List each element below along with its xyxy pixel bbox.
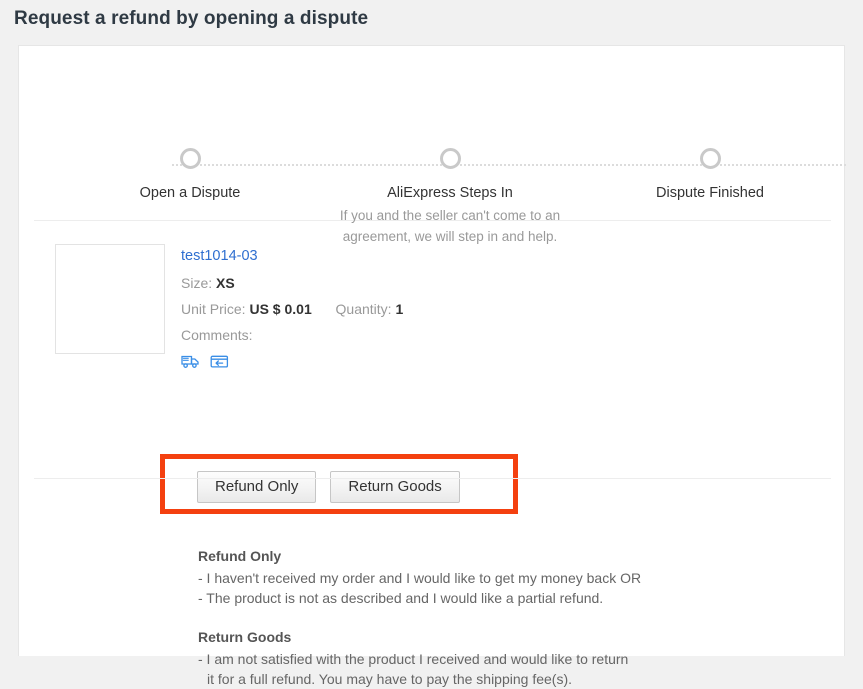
quantity-value: 1 <box>395 301 404 317</box>
product-action-icons <box>181 354 403 369</box>
return-goods-line-1: - I am not satisfied with the product I … <box>198 651 629 667</box>
shipping-truck-icon[interactable] <box>181 354 200 369</box>
quantity-label: Quantity: <box>335 301 392 317</box>
refund-only-button[interactable]: Refund Only <box>197 471 317 503</box>
return-goods-heading: Return Goods <box>198 629 292 645</box>
section-divider-bottom <box>34 478 831 479</box>
step-circle-icon <box>699 148 721 169</box>
stepper-step-dispute-finished: Dispute Finished <box>560 148 860 205</box>
product-price-quantity-row: Unit Price: US $ 0.01 Quantity: 1 <box>181 301 403 317</box>
product-details: test1014-03 Size: XS Unit Price: US $ 0.… <box>181 244 403 369</box>
step-label: Dispute Finished <box>656 185 764 201</box>
page-title: Request a refund by opening a dispute <box>14 8 369 29</box>
return-package-icon[interactable] <box>210 354 229 369</box>
size-label: Size: <box>181 275 213 291</box>
stepper-step-open-a-dispute: Open a Dispute <box>40 148 340 205</box>
dispute-stepper: Open a Dispute AliExpress Steps In If yo… <box>19 92 846 244</box>
step-description: If you and the seller can't come to an a… <box>339 208 561 244</box>
return-goods-button[interactable]: Return Goods <box>330 471 460 503</box>
step-label: AliExpress Steps In <box>387 185 513 201</box>
refund-only-line-1: - I haven't received my order and I woul… <box>198 570 642 586</box>
unit-price-value: US $ 0.01 <box>249 301 312 317</box>
product-row: test1014-03 Size: XS Unit Price: US $ 0.… <box>55 244 403 369</box>
dispute-card: Open a Dispute AliExpress Steps In If yo… <box>18 45 846 687</box>
refund-only-line-2: - The product is not as described and I … <box>198 590 604 606</box>
return-goods-line-2: it for a full refund. You may have to pa… <box>207 671 572 687</box>
size-value: XS <box>216 275 235 291</box>
step-circle-icon <box>179 148 201 169</box>
stepper-step-aliexpress-steps-in: AliExpress Steps In If you and the selle… <box>300 148 600 247</box>
refund-only-heading: Refund Only <box>198 548 282 564</box>
product-thumbnail <box>55 244 165 354</box>
explanations: Refund Only - I haven't received my orde… <box>198 546 641 689</box>
step-label: Open a Dispute <box>139 185 241 201</box>
product-comments-row: Comments: <box>181 327 403 343</box>
product-size-row: Size: XS <box>181 275 403 291</box>
step-circle-icon <box>439 148 461 169</box>
product-name-link[interactable]: test1014-03 <box>181 248 258 264</box>
comments-label: Comments: <box>181 327 253 343</box>
action-buttons: Refund Only Return Goods <box>197 471 460 503</box>
unit-price-label: Unit Price: <box>181 301 246 317</box>
